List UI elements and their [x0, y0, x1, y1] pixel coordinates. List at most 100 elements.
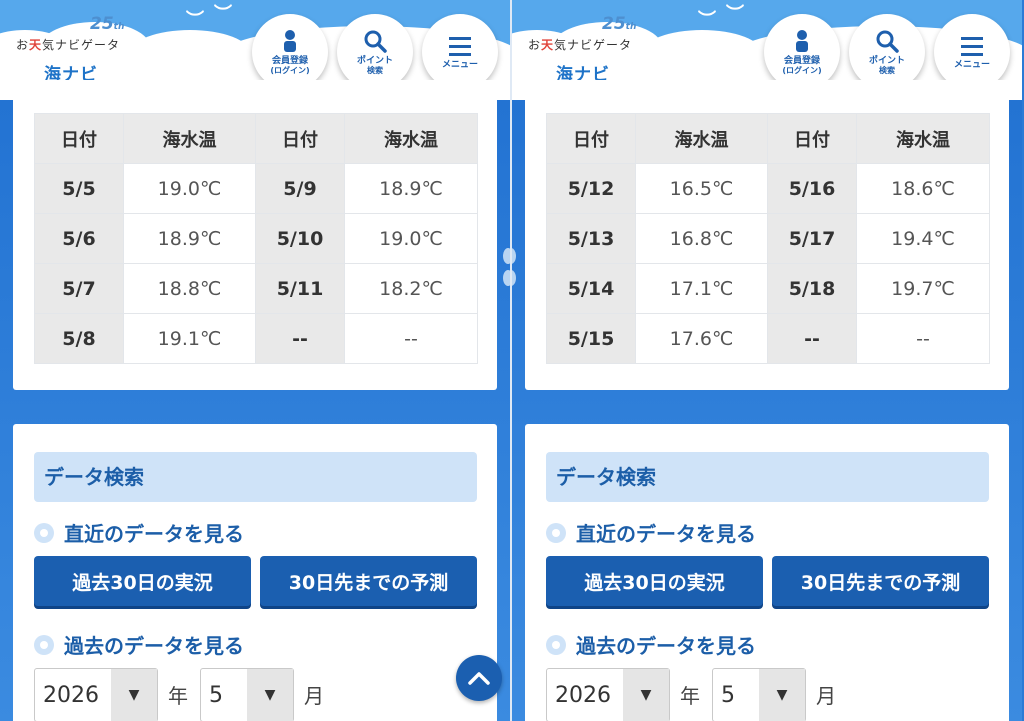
past-data-heading: 過去のデータを見る [34, 630, 244, 659]
temp-cell: 19.0℃ [344, 213, 478, 264]
date-cell: -- [255, 313, 345, 364]
sea-temp-card: 日付 海水温 日付 海水温 5/5 19.0℃ 5/9 18.9℃ 5/6 18… [13, 80, 497, 390]
date-cell: 5/5 [34, 163, 124, 214]
bird-icon: ︶ [186, 10, 204, 31]
right-panel: ︶ ︶ 25th お天気ナビゲータ 海ナビ 会員登録 (ログイン) ポイント 検… [512, 0, 1022, 721]
past-data-heading: 過去のデータを見る [546, 630, 756, 659]
dropdown-arrow-icon: ▼ [759, 669, 805, 721]
anniversary-mark: 25th [90, 14, 125, 34]
edge-decoration [512, 270, 516, 286]
dropdown-arrow-icon: ▼ [247, 669, 293, 721]
temp-cell: 16.5℃ [635, 163, 768, 214]
month-unit-label: 月 [816, 684, 836, 708]
temp-cell: 18.2℃ [344, 263, 478, 314]
forecast-30-days-button[interactable]: 30日先までの予測 [772, 556, 989, 606]
col-header-date: 日付 [546, 113, 636, 164]
date-cell: 5/15 [546, 313, 636, 364]
date-cell: 5/17 [767, 213, 857, 264]
temp-cell: -- [344, 313, 478, 364]
sea-temp-table: 日付 海水温 日付 海水温 5/12 16.5℃ 5/16 18.6℃ 5/13… [546, 113, 990, 364]
bullet-icon [34, 522, 54, 543]
bird-icon: ︶ [726, 4, 744, 25]
bird-icon: ︶ [698, 10, 716, 31]
temp-cell: 18.8℃ [123, 263, 256, 314]
member-login-button[interactable]: 会員登録 (ログイン) [252, 14, 328, 90]
forecast-30-days-button[interactable]: 30日先までの予測 [260, 556, 477, 606]
sea-temp-card: 日付 海水温 日付 海水温 5/12 16.5℃ 5/16 18.6℃ 5/13… [525, 80, 1009, 390]
edge-decoration [512, 248, 516, 264]
col-header-temp: 海水温 [856, 113, 990, 164]
site-logo[interactable]: お天気ナビゲータ [528, 36, 632, 53]
data-search-title: データ検索 [34, 452, 477, 502]
col-header-date: 日付 [767, 113, 857, 164]
table-row: 5/5 19.0℃ 5/9 18.9℃ [34, 163, 478, 214]
date-cell: 5/8 [34, 313, 124, 364]
hamburger-icon [449, 36, 471, 56]
member-login-button[interactable]: 会員登録 (ログイン) [764, 14, 840, 90]
left-panel: ︶ ︶ 25th お天気ナビゲータ 海ナビ 会員登録 (ログイン) ポイント 検… [0, 0, 510, 721]
dropdown-arrow-icon: ▼ [623, 669, 669, 721]
bullet-icon [546, 522, 566, 543]
col-header-temp: 海水温 [123, 113, 256, 164]
edge-decoration [503, 248, 510, 264]
temp-cell: 18.9℃ [344, 163, 478, 214]
temp-cell: 19.0℃ [123, 163, 256, 214]
temp-cell: 17.1℃ [635, 263, 768, 314]
table-row: 5/8 19.1℃ -- -- [34, 313, 478, 364]
date-cell: 5/16 [767, 163, 857, 214]
date-cell: 5/12 [546, 163, 636, 214]
point-search-button[interactable]: ポイント 検索 [849, 14, 925, 90]
year-select[interactable]: 2026 ▼ [34, 668, 158, 721]
temp-cell: 16.8℃ [635, 213, 768, 264]
past-30-days-button[interactable]: 過去30日の実況 [34, 556, 251, 606]
menu-button[interactable]: メニュー [422, 14, 498, 90]
col-header-temp: 海水温 [344, 113, 478, 164]
temp-cell: 17.6℃ [635, 313, 768, 364]
person-icon [796, 30, 808, 52]
year-select[interactable]: 2026 ▼ [546, 668, 670, 721]
data-search-title: データ検索 [546, 452, 989, 502]
date-cell: 5/6 [34, 213, 124, 264]
chevron-up-icon [468, 672, 490, 685]
table-header-row: 日付 海水温 日付 海水温 [546, 113, 990, 164]
table-header-row: 日付 海水温 日付 海水温 [34, 113, 478, 164]
menu-button[interactable]: メニュー [934, 14, 1010, 90]
temp-cell: -- [856, 313, 990, 364]
point-search-button[interactable]: ポイント 検索 [337, 14, 413, 90]
table-row: 5/12 16.5℃ 5/16 18.6℃ [546, 163, 990, 214]
bullet-icon [546, 634, 566, 655]
table-row: 5/15 17.6℃ -- -- [546, 313, 990, 364]
data-search-card: データ検索 直近のデータを見る 過去30日の実況 30日先までの予測 過去のデー… [525, 424, 1009, 721]
month-select[interactable]: 5 ▼ [712, 668, 806, 721]
date-cell: 5/7 [34, 263, 124, 314]
sea-temp-table: 日付 海水温 日付 海水温 5/5 19.0℃ 5/9 18.9℃ 5/6 18… [34, 113, 478, 364]
date-cell: 5/14 [546, 263, 636, 314]
bird-icon: ︶ [214, 4, 232, 25]
table-row: 5/14 17.1℃ 5/18 19.7℃ [546, 263, 990, 314]
date-cell: 5/13 [546, 213, 636, 264]
hamburger-icon [961, 36, 983, 56]
col-header-date: 日付 [255, 113, 345, 164]
temp-cell: 19.7℃ [856, 263, 990, 314]
table-row: 5/6 18.9℃ 5/10 19.0℃ [34, 213, 478, 264]
site-logo[interactable]: お天気ナビゲータ [16, 36, 120, 53]
anniversary-mark: 25th [602, 14, 637, 34]
bullet-icon [34, 634, 54, 655]
date-cell: 5/9 [255, 163, 345, 214]
month-select[interactable]: 5 ▼ [200, 668, 294, 721]
temp-cell: 18.6℃ [856, 163, 990, 214]
table-row: 5/13 16.8℃ 5/17 19.4℃ [546, 213, 990, 264]
scroll-to-top-button[interactable] [456, 655, 502, 701]
search-icon [876, 30, 899, 53]
table-row: 5/7 18.8℃ 5/11 18.2℃ [34, 263, 478, 314]
date-cell: -- [767, 313, 857, 364]
month-unit-label: 月 [304, 684, 324, 708]
data-search-card: データ検索 直近のデータを見る 過去30日の実況 30日先までの予測 過去のデー… [13, 424, 497, 721]
year-unit-label: 年 [680, 684, 700, 708]
col-header-date: 日付 [34, 113, 124, 164]
dropdown-arrow-icon: ▼ [111, 669, 157, 721]
past-30-days-button[interactable]: 過去30日の実況 [546, 556, 763, 606]
search-icon [364, 30, 387, 53]
col-header-temp: 海水温 [635, 113, 768, 164]
edge-decoration [503, 270, 510, 286]
